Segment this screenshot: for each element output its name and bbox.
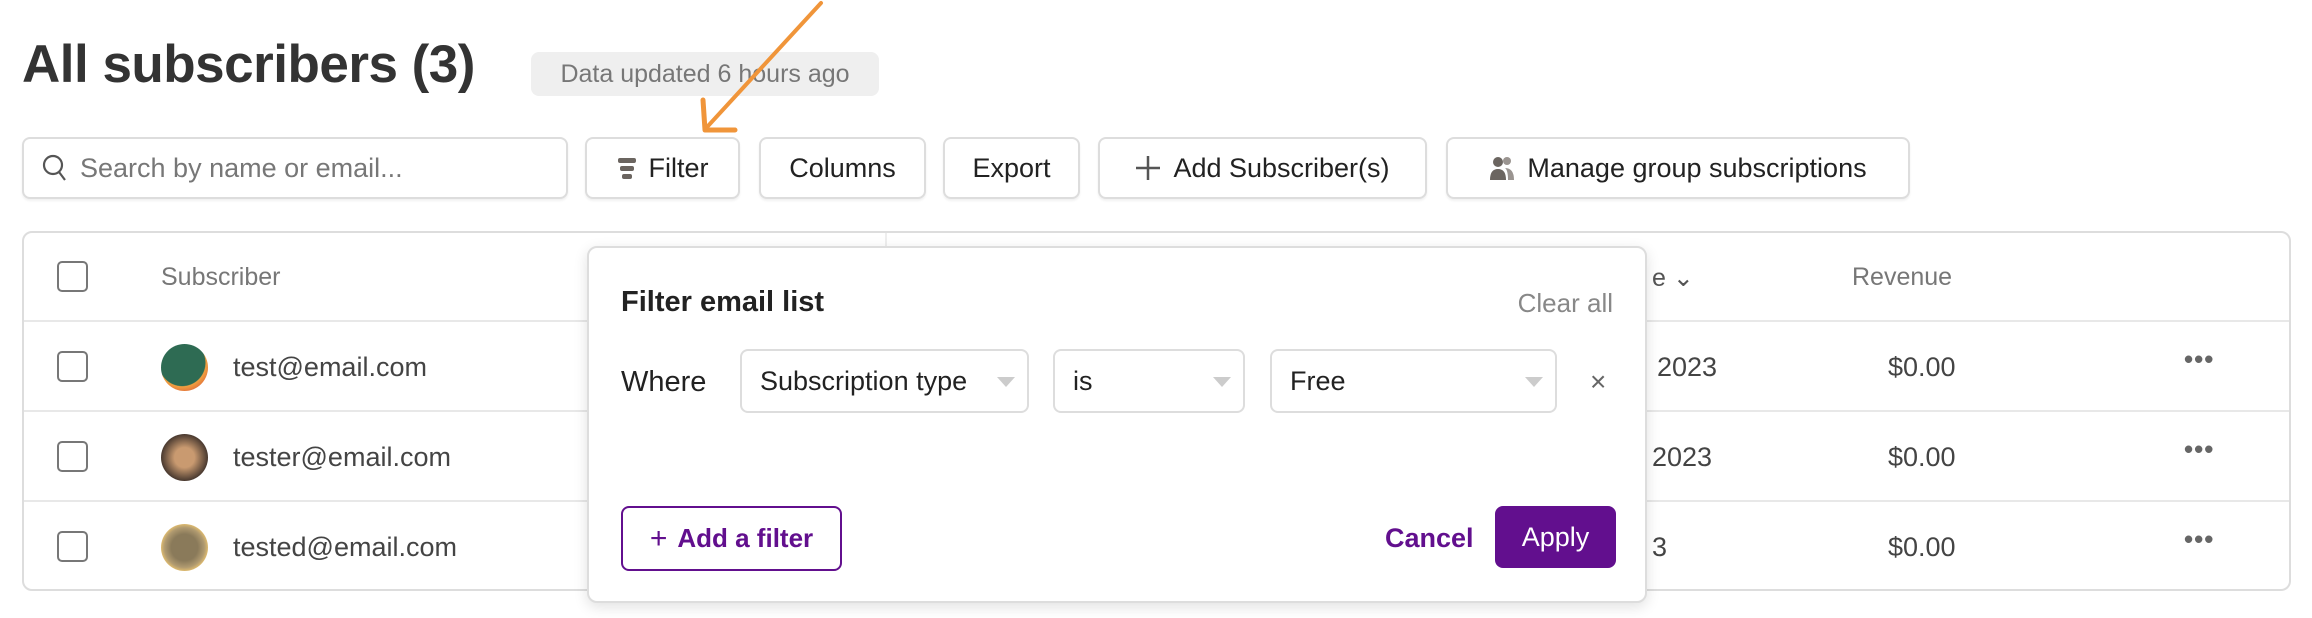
search-icon [42,154,66,181]
manage-groups-label: Manage group subscriptions [1527,152,1867,183]
column-subscriber[interactable]: Subscriber [161,263,281,292]
filter-popup: Filter email list Clear all Where Subscr… [587,246,1647,603]
caret-down-icon [1213,377,1231,387]
date-cell: 2023 [1657,352,1718,382]
export-button[interactable]: Export [943,137,1080,199]
field-select[interactable]: Subscription type [740,349,1029,413]
where-label: Where [621,366,707,398]
add-subscriber-label: Add Subscriber(s) [1173,152,1390,183]
row-checkbox[interactable] [57,441,88,472]
add-subscriber-button[interactable]: Add Subscriber(s) [1098,137,1427,199]
more-options-icon[interactable]: ••• [2184,524,2214,555]
chevron-down-icon: ⌄ [1672,264,1694,292]
value-select[interactable]: Free [1270,349,1557,413]
operator-select[interactable]: is [1053,349,1245,413]
plus-icon: + [649,521,668,555]
avatar [161,344,208,391]
operator-value: is [1073,366,1093,396]
avatar [161,434,208,481]
row-checkbox[interactable] [57,351,88,382]
caret-down-icon [997,377,1015,387]
column-date-label: e [1652,264,1666,292]
column-revenue[interactable]: Revenue [1852,263,1952,292]
filter-label: Filter [648,152,709,183]
manage-group-subscriptions-button[interactable]: Manage group subscriptions [1446,137,1910,199]
remove-filter-icon[interactable]: × [1590,366,1606,398]
revenue-cell: $0.00 [1888,352,1956,382]
filter-icon [617,158,636,179]
add-filter-button[interactable]: + Add a filter [621,506,842,571]
subscriber-email[interactable]: tester@email.com [233,442,451,473]
value-value: Free [1290,366,1346,396]
apply-button[interactable]: Apply [1495,506,1616,568]
clear-all-link[interactable]: Clear all [1518,288,1613,319]
columns-button[interactable]: Columns [759,137,926,199]
revenue-cell: $0.00 [1888,532,1956,562]
subscriber-email[interactable]: test@email.com [233,352,427,383]
avatar [161,524,208,571]
search-input[interactable]: Search by name or email... [22,137,568,199]
search-placeholder: Search by name or email... [80,152,403,183]
more-options-icon[interactable]: ••• [2184,434,2214,465]
subscriber-email[interactable]: tested@email.com [233,532,457,563]
cancel-button[interactable]: Cancel [1385,523,1474,554]
users-icon [1490,157,1515,180]
page-title: All subscribers (3) [22,35,475,94]
row-checkbox[interactable] [57,531,88,562]
revenue-cell: $0.00 [1888,442,1956,472]
date-cell: 3 [1652,532,1668,562]
column-date[interactable]: e ⌄ [1652,263,1694,293]
field-value: Subscription type [760,366,968,396]
select-all-checkbox[interactable] [57,261,88,292]
data-updated-badge: Data updated 6 hours ago [531,52,879,96]
date-cell: 2023 [1652,442,1713,472]
plus-icon [1136,156,1161,180]
more-options-icon[interactable]: ••• [2184,344,2214,375]
popup-title: Filter email list [621,286,825,318]
filter-button[interactable]: Filter [585,137,740,199]
caret-down-icon [1525,377,1543,387]
add-filter-label: Add a filter [677,523,814,553]
